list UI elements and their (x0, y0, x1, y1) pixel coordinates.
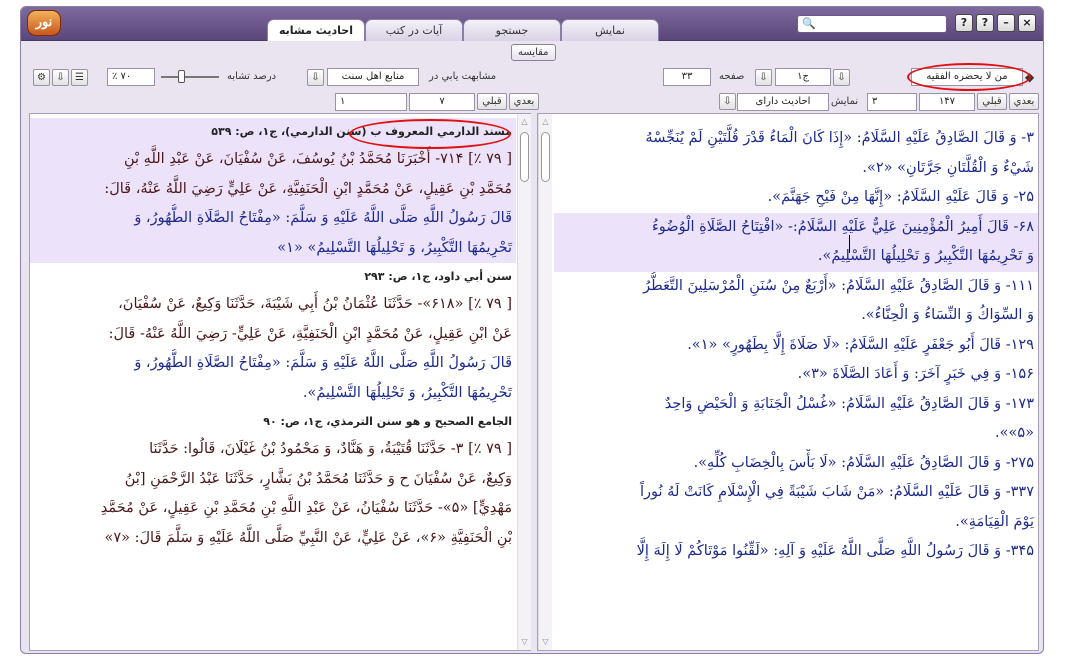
main-tabs: نمایش جستجو آیات در کتب احادیث مشابه (261, 19, 681, 41)
right-scrollbar[interactable]: △ ▽ (538, 114, 552, 650)
prev-button-right[interactable]: قبلي (977, 93, 1007, 110)
right-pane-content: ۳- وَ قَالَ الصَّادِقُ عَلَيْهِ السَّلَا… (554, 124, 1038, 567)
page-down-icon[interactable]: ⇩ (755, 69, 772, 86)
count2-field[interactable]: ۳ (867, 93, 917, 111)
number-field-2[interactable]: ۷ (409, 93, 475, 111)
left-scrollbar[interactable]: △ ▽ (517, 114, 531, 650)
book-icon: ◆ (1025, 70, 1035, 84)
text-line: تَحْرِيمُهَا التَّكْبِيرُ، وَ تَحْلِيلُه… (277, 239, 512, 256)
left-pane-content: مسند الدارمي المعروف ب (سنن الدارمي)، ج۱… (30, 118, 516, 553)
next-button[interactable]: بعدي (509, 93, 539, 110)
tab-search[interactable]: جستجو (463, 19, 561, 41)
compare-button[interactable]: مقایسه (511, 44, 556, 61)
help-button[interactable]: ? (955, 14, 973, 32)
scroll-up-icon[interactable]: △ (540, 116, 551, 128)
left-pane: مسند الدارمي المعروف ب (سنن الدارمي)، ج۱… (29, 113, 531, 651)
similarity-slider[interactable] (161, 76, 219, 78)
source-header-2: سنن أبي داود، ج۱، ص: ۲۹۳ (364, 270, 512, 283)
hadith-line: يَوْمَ الْقِيَامَةِ». (955, 513, 1034, 530)
prev-button[interactable]: قبلي (477, 93, 507, 110)
text-line: عَنْ ابْنِ عَقِيلٍ، عَنْ مُحَمَّدٍ ابْنِ… (108, 325, 512, 342)
page-field[interactable]: ۳۳ (663, 68, 711, 86)
hadith-line: ۳۳۷- وَ قَالَ عَلَيْهِ السَّلَامُ: «مَنْ… (640, 484, 1034, 500)
volume-down-icon[interactable]: ⇩ (833, 69, 850, 86)
text-line: [ ۷۹ ٪] «۶۱۸»- حَدَّثَنَا عُثْمَانُ بْنُ… (118, 296, 512, 312)
list-icon[interactable]: ☰ (71, 69, 88, 86)
slider-thumb[interactable] (178, 70, 185, 83)
text-line: قَالَ رَسُولُ اللَّهِ صَلَّى اللَّهُ عَل… (134, 355, 512, 371)
text-line: وَكِيعٌ، عَنْ سُفْيَانَ ح وَ حَدَّثَنَا … (124, 470, 512, 487)
hadith-line: ۳- وَ قَالَ الصَّادِقُ عَلَيْهِ السَّلَا… (645, 130, 1034, 146)
hadith-line: ۲۷۵- وَ قَالَ الصَّادِقُ عَلَيْهِ السَّل… (693, 454, 1034, 471)
text-line: قَالَ رَسُولُ اللَّهِ صَلَّى اللَّهُ عَل… (134, 210, 512, 226)
page-label: صفحه (719, 71, 745, 82)
hadith-line: وَ السِّوَاكُ وَ النِّسَاءُ وَ الْحِنَّا… (861, 307, 1034, 323)
hadith-block-3: الجامع الصحيح و هو سنن الترمذي، ج۱، ص: ۹… (30, 408, 516, 553)
close-button[interactable]: × (1018, 14, 1036, 32)
scroll-thumb[interactable] (541, 132, 550, 182)
number-field-1[interactable]: ۱ (335, 93, 407, 111)
right-pane: △ ▽ ۳- وَ قَالَ الصَّادِقُ عَلَيْهِ السَ… (537, 113, 1039, 651)
hadith-line: شَيْ‌ءٌ وَ الْقُلَّتَانِ جَرَّتَانِ» «۲»… (862, 159, 1034, 176)
title-bar: نور نمایش جستجو آیات در کتب احادیث مشابه… (21, 7, 1043, 41)
tab-verses-in-books[interactable]: آیات در کتب (365, 19, 463, 41)
scroll-down-icon[interactable]: ▽ (519, 636, 530, 648)
text-line: [ ۷۹ ٪] ۳- حَدَّثَنَا قُتَيْبَةُ، وَ هَن… (149, 441, 512, 457)
display-label: نمايش (831, 96, 859, 107)
hadith-line: ۱۷۳- وَ قَالَ الصَّادِقُ عَلَيْهِ السَّل… (664, 395, 1034, 412)
text-line: بْنِ الْحَنَفِيَّةِ «۶»، عَنْ عَلِيٍّ، ع… (104, 529, 512, 546)
hadith-line: ۱۲۹- قَالَ أَبُو جَعْفَرٍ عَلَيْهِ السَّ… (687, 336, 1034, 353)
similarity-value[interactable]: ٪ ۷۰ (107, 68, 155, 86)
tab-similar-hadiths[interactable]: احادیث مشابه (267, 19, 365, 41)
text-line: تَحْرِيمُهَا التَّكْبِيرُ، وَ تَحْلِيلُه… (302, 384, 512, 401)
hadith-line: ۳۴۵- وَ قَالَ رَسُولُ اللَّهِ صَلَّى الل… (636, 543, 1034, 559)
hadith-line: ۶۸- قَالَ أَمِيرُ الْمُؤْمِنِينَ عَلِيٌّ… (554, 212, 1038, 242)
source-select[interactable]: منابع اهل سنت (327, 68, 419, 86)
scroll-thumb[interactable] (520, 132, 529, 182)
text-line: مُحَمَّدِ بْنِ عَقِيلٍ، عَنْ مُحَمَّدٍ ا… (104, 180, 512, 197)
text-caret (849, 235, 850, 253)
search-input[interactable]: 🔍 (797, 15, 947, 33)
scroll-down-icon[interactable]: ▽ (540, 636, 551, 648)
source-header-1: مسند الدارمي المعروف ب (سنن الدارمي)، ج۱… (211, 125, 512, 138)
hadith-line: ۱۱۱- وَ قَالَ الصَّادِقُ عَلَيْهِ السَّل… (643, 277, 1034, 294)
next-button-right[interactable]: بعدي (1009, 93, 1039, 110)
hadith-line: «۵»». (994, 425, 1034, 441)
book-select[interactable]: من لا يحضره الفقيه (911, 68, 1023, 86)
app-window: نور نمایش جستجو آیات در کتب احادیث مشابه… (20, 6, 1044, 654)
volume-field[interactable]: ج۱ (775, 68, 831, 86)
dropdown-arrow-icon[interactable]: ⇩ (307, 69, 324, 86)
hadith-block-2: سنن أبي داود، ج۱، ص: ۲۹۳ [ ۷۹ ٪] «۶۱۸»- … (30, 263, 516, 408)
scroll-up-icon[interactable]: △ (519, 116, 530, 128)
about-button[interactable]: ? (976, 14, 994, 32)
hadith-line: ۱۵۶- وَ فِي خَبَرٍ آخَرَ: وَ أَعَادَ الص… (797, 366, 1034, 382)
text-line: [ ۷۹ ٪] ۷۱۴- أَخْبَرَنَا مُحَمَّدُ بْنُ … (124, 151, 512, 167)
tab-display[interactable]: نمایش (561, 19, 659, 41)
similarity-label: درصد تشابه (227, 71, 277, 82)
settings-icon[interactable]: ⚙ (33, 69, 50, 86)
search-icon: 🔍 (802, 17, 816, 30)
minimize-button[interactable]: – (997, 14, 1015, 32)
hadith-block-1: مسند الدارمي المعروف ب (سنن الدارمي)، ج۱… (30, 118, 516, 263)
arrow-down-icon[interactable]: ⇩ (52, 69, 69, 86)
similar-in-label: مشابهت يابي در (429, 71, 497, 82)
count-field[interactable]: ۱۴۷ (919, 93, 975, 111)
text-line: مَهْدِيٍّ] «۵»- حَدَّثَنَا سُفْيَانُ، عَ… (100, 500, 512, 516)
app-logo: نور (27, 10, 61, 36)
hadith-line: ۲۵- وَ قَالَ عَلَيْهِ السَّلَامُ: «إِنَّ… (767, 189, 1034, 205)
display-down-icon[interactable]: ⇩ (719, 93, 736, 110)
hadith-line: وَ تَحْرِيمُهَا التَّكْبِيرُ وَ تَحْلِيل… (554, 242, 1038, 272)
display-select[interactable]: احاديث داراى (737, 93, 829, 111)
source-header-3: الجامع الصحيح و هو سنن الترمذي، ج۱، ص: ۹… (263, 415, 512, 428)
